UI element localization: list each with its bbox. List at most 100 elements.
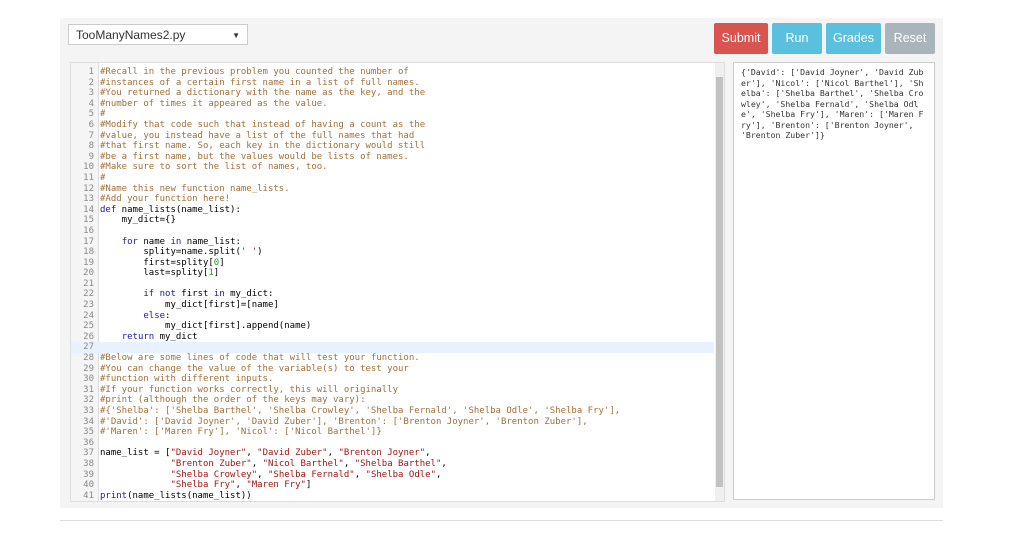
code-line[interactable]: 30 #function with different inputs. [71, 374, 714, 385]
code-text: # [100, 109, 106, 120]
code-line[interactable]: 25 my_dict[first].append(name) [71, 321, 714, 332]
line-number: 8 [88, 141, 94, 152]
code-text: #'Maren': ['Maren Fry'], 'Nicol': ['Nico… [100, 427, 382, 438]
line-number: 11 [83, 172, 94, 183]
code-line[interactable]: 26 return my_dict [71, 332, 714, 343]
code-line[interactable]: 8 #that first name. So, each key in the d… [71, 141, 714, 152]
code-line[interactable]: 23 my_dict[first]=[name] [71, 300, 714, 311]
code-line[interactable]: 15 my_dict={} [71, 215, 714, 226]
code-text: last=splity[1] [100, 268, 220, 279]
code-text: #If your function works correctly, this … [100, 384, 399, 395]
code-line[interactable]: 7 #value, you instead have a list of the … [71, 131, 714, 142]
line-number: 18 [83, 247, 94, 258]
code-editor[interactable]: 1 #Recall in the previous problem you cou… [70, 62, 725, 502]
code-line[interactable]: 20 last=splity[1] [71, 268, 714, 279]
code-text: "Shelba Fry", "Maren Fry"] [170, 480, 312, 491]
line-number: 32 [83, 395, 94, 406]
code-line[interactable]: 10 #Make sure to sort the list of names, … [71, 162, 714, 173]
code-line[interactable]: 28 #Below are some lines of code that wil… [71, 353, 714, 364]
code-line[interactable]: 27 [71, 342, 714, 354]
code-text: print(name_lists(name_list)) [100, 490, 252, 501]
submit-button[interactable]: Submit [714, 23, 768, 54]
reset-button[interactable]: Reset [885, 23, 935, 54]
editor-scrollbar[interactable] [715, 63, 724, 501]
code-line[interactable]: 41 print(name_lists(name_list)) [71, 490, 714, 501]
code-line[interactable]: 3 #You returned a dictionary with the nam… [71, 88, 714, 99]
code-line[interactable]: 38 "Brenton Zuber", "Nicol Barthel", "Sh… [71, 459, 714, 470]
code-text: #You can change the value of the variabl… [100, 363, 409, 374]
code-text: "Brenton Zuber", "Nicol Barthel", "Shelb… [170, 458, 447, 469]
code-text: name_list = ["David Joyner", "David Zube… [100, 448, 431, 459]
code-line[interactable]: 18 splity=name.split(' ') [71, 247, 714, 258]
line-number: 34 [83, 416, 94, 427]
line-number: 14 [83, 204, 94, 215]
scrollbar-thumb[interactable] [716, 77, 723, 487]
code-line[interactable]: 4 #number of times it appeared as the val… [71, 99, 714, 110]
exercise-panel: TooManyNames2.py ▼ Submit Run Grades Res… [60, 18, 943, 508]
code-text: #function with different inputs. [100, 374, 274, 385]
code-text: my_dict[first]=[name] [100, 300, 279, 311]
code-line[interactable]: 31 #If your function works correctly, thi… [71, 385, 714, 396]
code-line[interactable]: 19 first=splity[0] [71, 258, 714, 269]
code-text: return my_dict [121, 331, 198, 342]
code-line[interactable]: 2 #instances of a certain first name in a… [71, 78, 714, 89]
code-text: #that first name. So, each key in the di… [100, 141, 426, 152]
code-line[interactable]: 34 #'David': ['David Joyner', 'David Zube… [71, 417, 714, 428]
code-text: # [100, 172, 106, 183]
code-line[interactable]: 21 [71, 279, 714, 290]
code-line[interactable]: 16 [71, 226, 714, 237]
chevron-down-icon: ▼ [232, 31, 240, 40]
code-line[interactable]: 22 if not first in my_dict: [71, 289, 714, 300]
divider [60, 520, 943, 521]
code-line[interactable]: 17 for name in name_list: [71, 237, 714, 248]
code-line[interactable]: 33 #{'Shelba': ['Shelba Barthel', 'Shelba… [71, 406, 714, 417]
line-number: 10 [83, 162, 94, 173]
grades-button[interactable]: Grades [826, 23, 881, 54]
code-text: #'David': ['David Joyner', 'David Zuber'… [100, 416, 588, 427]
code-line[interactable]: 13 #Add your function here! [71, 194, 714, 205]
line-number: 29 [83, 363, 94, 374]
code-line[interactable]: 39 "Shelba Crowley", "Shelba Fernald", "… [71, 470, 714, 481]
line-number: 25 [83, 321, 94, 332]
code-line[interactable]: 36 [71, 438, 714, 449]
run-button[interactable]: Run [772, 23, 822, 54]
line-number: 30 [83, 374, 94, 385]
code-line[interactable]: 9 #be a first name, but the values would … [71, 152, 714, 163]
code-text: for name in name_list: [121, 236, 241, 247]
line-number: 36 [83, 437, 94, 448]
file-select[interactable]: TooManyNames2.py ▼ [68, 24, 248, 45]
line-number: 1 [88, 67, 94, 77]
code-line[interactable]: 32 #print (although the order of the keys… [71, 395, 714, 406]
code-lines[interactable]: 1 #Recall in the previous problem you cou… [71, 67, 714, 501]
code-text: first=splity[0] [100, 257, 225, 268]
code-line[interactable]: 24 else: [71, 311, 714, 322]
code-line[interactable]: 37 name_list = ["David Joyner", "David Zu… [71, 448, 714, 459]
line-number: 38 [83, 458, 94, 469]
code-line[interactable]: 11 # [71, 173, 714, 184]
file-select-value: TooManyNames2.py [76, 28, 186, 42]
code-line[interactable]: 5 # [71, 109, 714, 120]
code-text: if not first in my_dict: [143, 289, 274, 300]
code-line[interactable]: 12 #Name this new function name_lists. [71, 184, 714, 195]
line-number: 31 [83, 384, 94, 395]
code-text: #You returned a dictionary with the name… [100, 88, 426, 99]
code-line[interactable]: 6 #Modify that code such that instead of … [71, 120, 714, 131]
code-text: def name_lists(name_list): [100, 204, 241, 215]
code-line[interactable]: 14 def name_lists(name_list): [71, 205, 714, 216]
line-number: 16 [83, 225, 94, 236]
code-line[interactable]: 29 #You can change the value of the varia… [71, 364, 714, 375]
code-text: splity=name.split(' ') [100, 247, 263, 258]
line-number: 35 [83, 427, 94, 438]
line-number: 5 [88, 109, 94, 120]
line-number: 4 [88, 98, 94, 109]
code-text: #print (although the order of the keys m… [100, 395, 366, 406]
code-line[interactable]: 1 #Recall in the previous problem you cou… [71, 67, 714, 78]
line-number: 23 [83, 300, 94, 311]
line-number: 7 [88, 130, 94, 141]
line-number: 13 [83, 194, 94, 205]
line-number: 39 [83, 469, 94, 480]
code-line[interactable]: 35 #'Maren': ['Maren Fry'], 'Nicol': ['Ni… [71, 427, 714, 438]
code-line[interactable]: 40 "Shelba Fry", "Maren Fry"] [71, 480, 714, 491]
line-number: 2 [88, 77, 94, 88]
